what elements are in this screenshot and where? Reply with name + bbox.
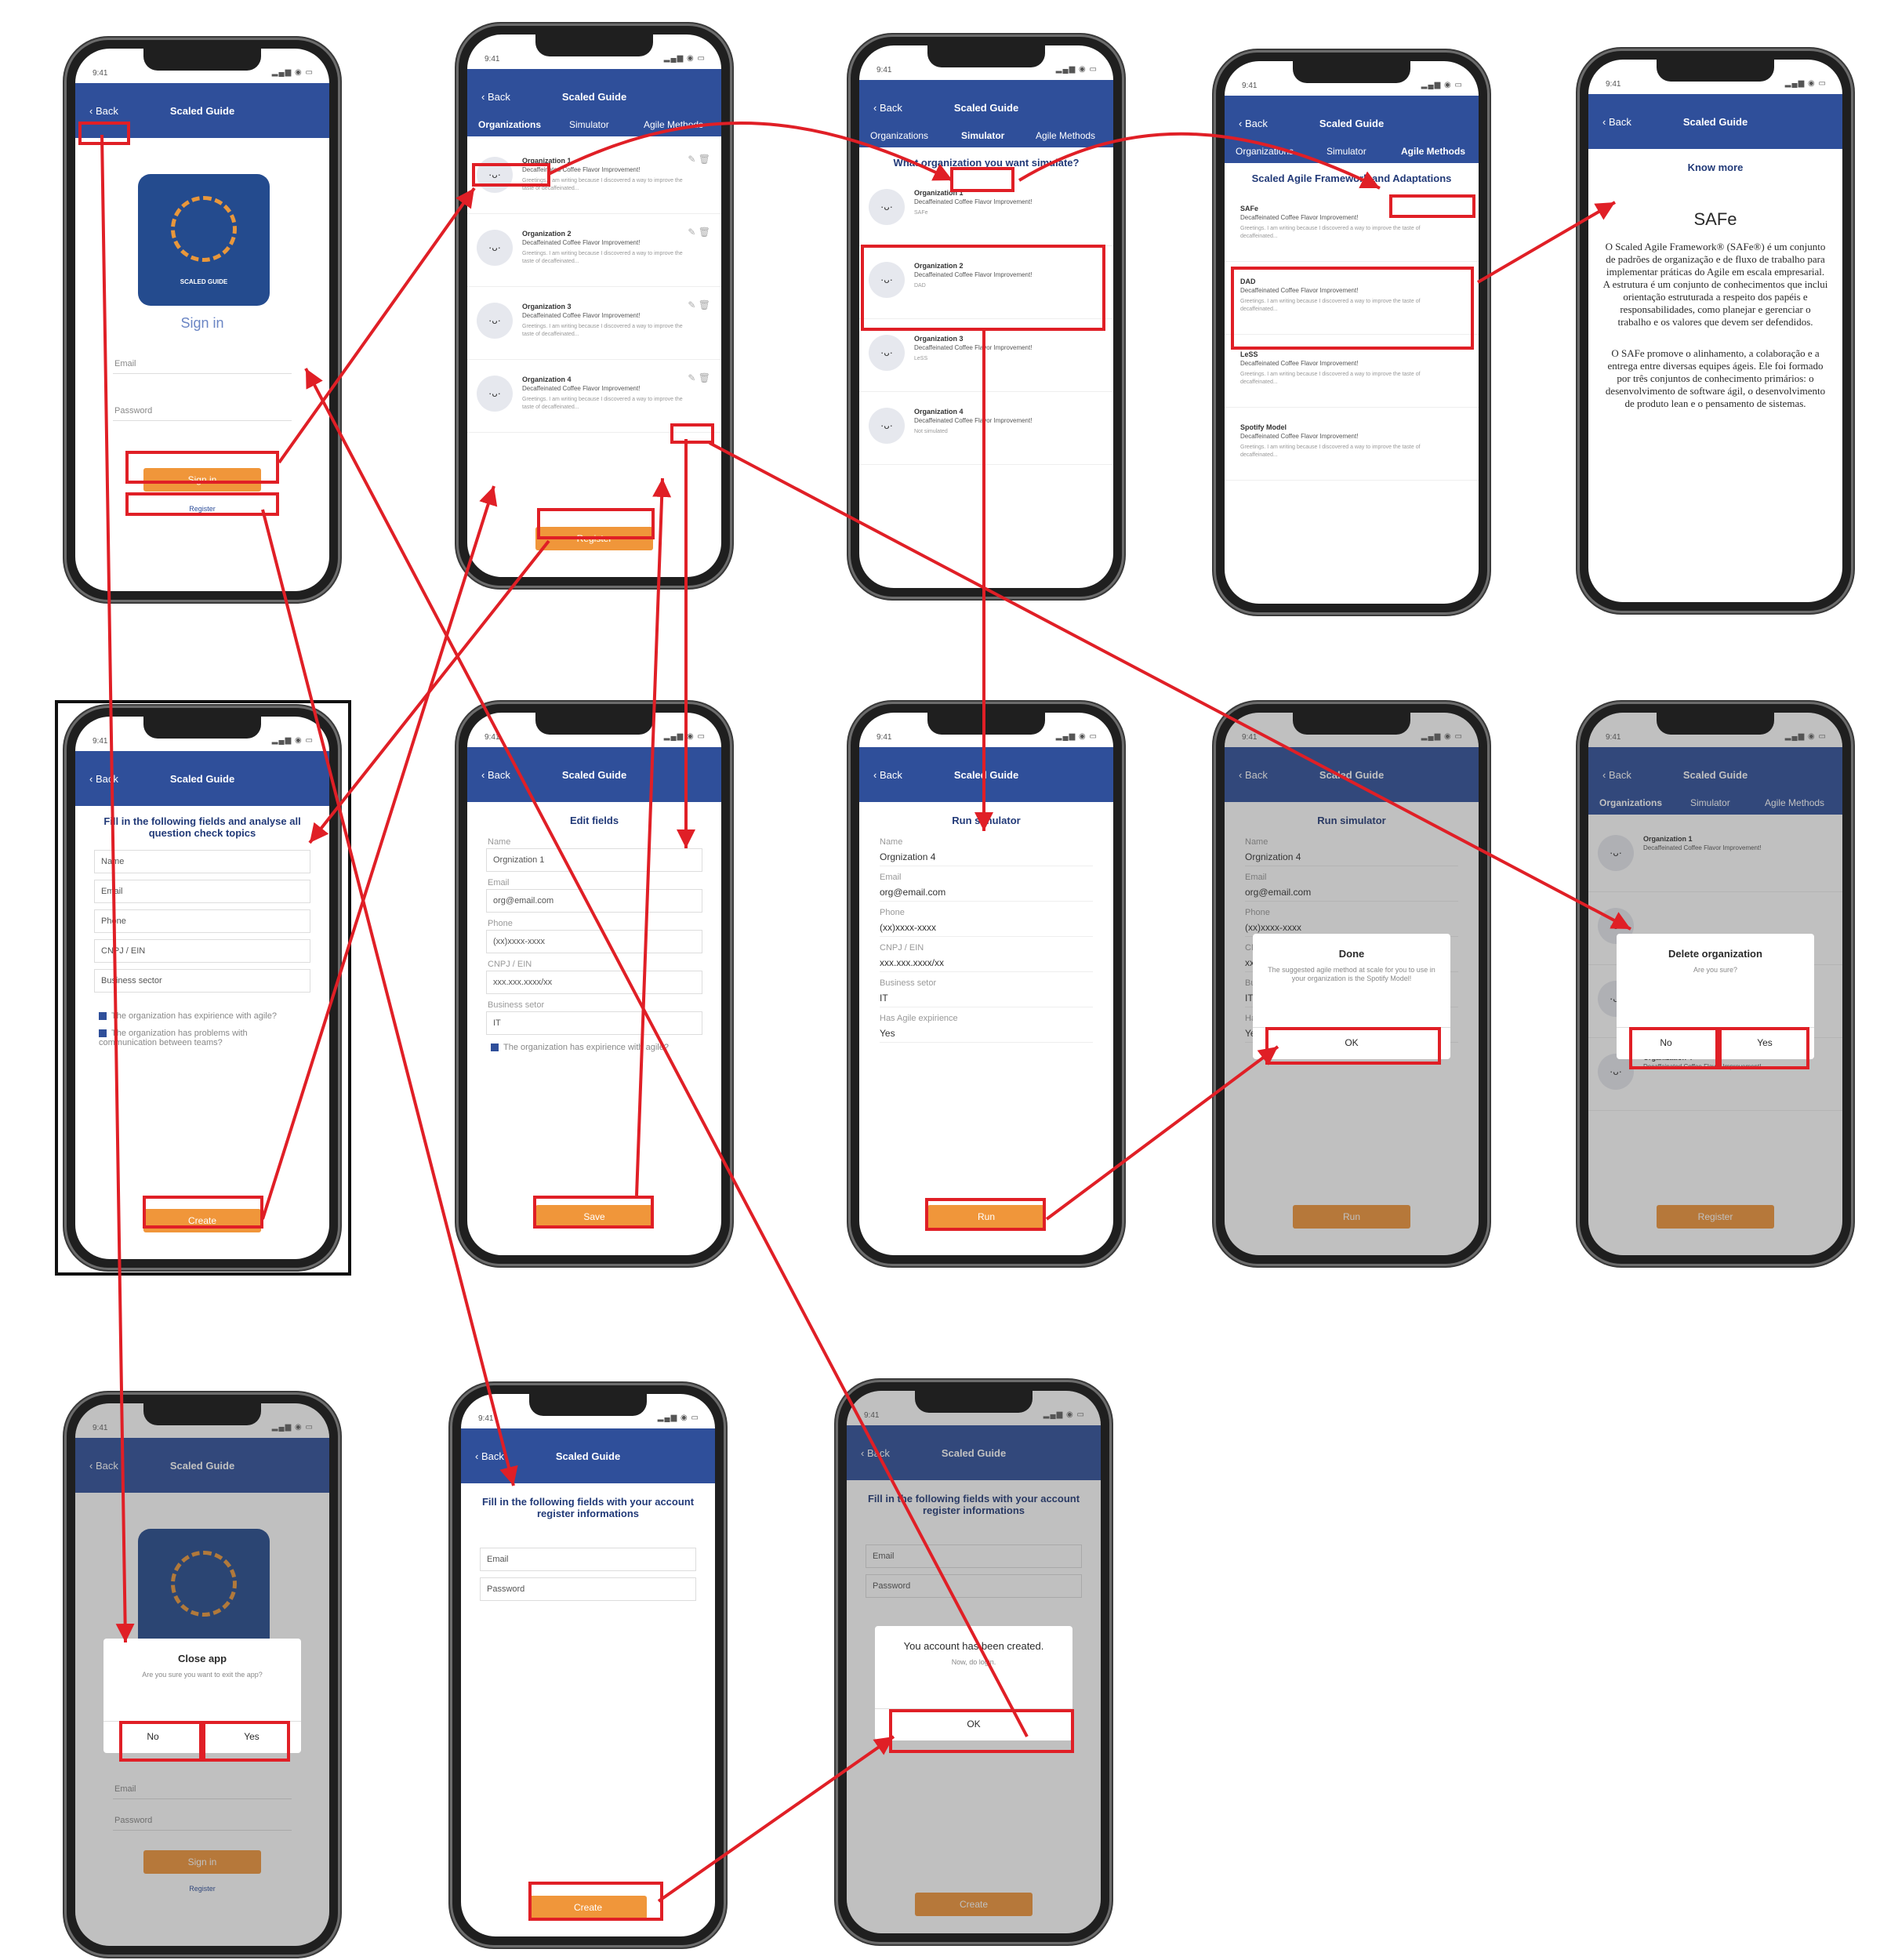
list-item[interactable]: ·ᴗ· Organization 4 Decaffeinated Coffee Fl… bbox=[859, 392, 1113, 465]
avatar: ·ᴗ· bbox=[477, 157, 513, 193]
list-item[interactable]: LeSS Decaffeinated Coffee Flavor Improvem… bbox=[1225, 335, 1479, 408]
phone-done-dialog: 9:41 ▂▄▆ ◉ ▭ ‹ Back Scaled Guide Run simu… bbox=[1214, 702, 1490, 1266]
password-input[interactable]: Password bbox=[480, 1577, 696, 1601]
know-more-heading: Know more bbox=[1687, 162, 1744, 173]
edit-delete-icons[interactable]: ✎ 🗑 bbox=[688, 227, 710, 238]
list-item[interactable]: Spotify Model Decaffeinated Coffee Flavor… bbox=[1225, 408, 1479, 481]
tab-simulator[interactable]: Simulator bbox=[961, 130, 1004, 141]
avatar: ·ᴗ· bbox=[477, 230, 513, 266]
signin-heading: Sign in bbox=[180, 315, 224, 331]
nav-title: Scaled Guide bbox=[953, 769, 1019, 781]
account-created-dialog: You account has been created. Now, do lo… bbox=[875, 1626, 1072, 1740]
done-dialog: Done The suggested agile method at scale… bbox=[1253, 934, 1450, 1059]
list-item[interactable]: DAD Decaffeinated Coffee Flavor Improveme… bbox=[1225, 262, 1479, 335]
avatar: ·ᴗ· bbox=[477, 376, 513, 412]
agile-experience-checkbox[interactable]: The organization has expirience with agi… bbox=[491, 1043, 698, 1052]
email-input[interactable]: Email bbox=[480, 1548, 696, 1571]
tab-organizations[interactable]: Organizations bbox=[870, 130, 928, 141]
no-button[interactable]: No bbox=[1617, 1037, 1715, 1048]
run-button[interactable]: Run bbox=[927, 1205, 1045, 1229]
phone-field[interactable]: (xx)xxxx-xxxx bbox=[486, 930, 702, 953]
safe-title: SAFe bbox=[1693, 209, 1737, 229]
email-field[interactable]: org@email.com bbox=[486, 889, 702, 913]
edit-delete-icons[interactable]: ✎ 🗑 bbox=[688, 299, 710, 310]
phone-delete-dialog: 9:41 ▂▄▆ ◉ ▭ ‹ Back Scaled Guide Organiza… bbox=[1577, 702, 1853, 1266]
close-app-dialog: Close app Are you sure you want to exit … bbox=[103, 1639, 301, 1753]
yes-button[interactable]: Yes bbox=[202, 1731, 301, 1742]
edit-delete-icons[interactable]: ✎ 🗑 bbox=[688, 372, 710, 383]
cycle-icon bbox=[171, 196, 237, 262]
phone-signin: 9:41 ▂▄▆ ◉ ▭ ‹ Back Scaled Guide SCALED G… bbox=[64, 38, 340, 602]
save-button[interactable]: Save bbox=[535, 1205, 653, 1229]
tab-agile-methods[interactable]: Agile Methods bbox=[644, 119, 703, 130]
phone-run-simulator: 9:41 ▂▄▆ ◉ ▭ ‹ Back Scaled Guide Run simu… bbox=[848, 702, 1124, 1266]
signin-button[interactable]: Sign in bbox=[143, 468, 261, 492]
list-item[interactable]: ·ᴗ· Organization 3 Decaffeinated Coffee Fl… bbox=[467, 287, 721, 360]
register-link[interactable]: Register bbox=[75, 505, 329, 513]
agile-heading: Scaled Agile Framework and Adaptations bbox=[1251, 172, 1452, 184]
tab-simulator[interactable]: Simulator bbox=[569, 119, 609, 130]
nav-title: Scaled Guide bbox=[561, 91, 627, 103]
password-input[interactable]: Password bbox=[113, 401, 292, 421]
ok-button[interactable]: OK bbox=[924, 1719, 1023, 1730]
tab-agile-methods[interactable]: Agile Methods bbox=[1401, 146, 1465, 157]
cnpj-field[interactable]: xxx.xxx.xxxx/xx bbox=[486, 971, 702, 994]
create-screen-frame bbox=[55, 700, 351, 1276]
tab-bar: Organizations Simulator Agile Methods bbox=[467, 113, 721, 136]
nav-title: Scaled Guide bbox=[561, 769, 627, 781]
nav-title: Scaled Guide bbox=[169, 105, 235, 117]
tab-organizations[interactable]: Organizations bbox=[1236, 146, 1294, 157]
nav-title: Scaled Guide bbox=[953, 102, 1019, 114]
phone-simulator: 9:41 ▂▄▆ ◉ ▭ ‹ Back Scaled Guide Organiza… bbox=[848, 34, 1124, 599]
app-logo: SCALED GUIDE bbox=[138, 174, 270, 306]
tab-agile-methods[interactable]: Agile Methods bbox=[1036, 130, 1095, 141]
list-item[interactable]: ·ᴗ· Organization 4 Decaffeinated Coffee Fl… bbox=[467, 360, 721, 433]
name-field[interactable]: Orgnization 1 bbox=[486, 848, 702, 872]
nav-title: Scaled Guide bbox=[555, 1450, 621, 1462]
phone-created-dialog: 9:41 ▂▄▆ ◉ ▭ ‹ Back Scaled Guide Fill in … bbox=[836, 1380, 1112, 1944]
safe-paragraph-2: O SAFe promove o alinhamento, a colabora… bbox=[1605, 347, 1826, 409]
edit-heading: Edit fields bbox=[569, 815, 619, 826]
phone-register: 9:41 ▂▄▆ ◉ ▭ ‹ Back Scaled Guide Fill in … bbox=[450, 1383, 726, 1947]
phone-close-dialog: 9:41 ▂▄▆ ◉ ▭ ‹ Back Scaled Guide Email Pa… bbox=[64, 1392, 340, 1957]
phone-agile-methods: 9:41 ▂▄▆ ◉ ▭ ‹ Back Scaled Guide Organiza… bbox=[1214, 50, 1490, 615]
ok-button[interactable]: OK bbox=[1302, 1037, 1401, 1048]
register-button[interactable]: Register bbox=[535, 527, 653, 550]
simulator-heading: What organization you want simulate? bbox=[893, 157, 1080, 169]
phone-organizations: 9:41 ▂▄▆ ◉ ▭ ‹ Back Scaled Guide Organiza… bbox=[456, 24, 732, 588]
list-item[interactable]: ·ᴗ· Organization 2 Decaffeinated Coffee Fl… bbox=[467, 214, 721, 287]
safe-paragraph-1: O Scaled Agile Framework® (SAFe®) é um c… bbox=[1602, 241, 1828, 328]
create-button[interactable]: Create bbox=[529, 1896, 647, 1919]
status-icons: ▂▄▆ ◉ ▭ bbox=[271, 68, 314, 77]
list-item[interactable]: ·ᴗ· Organization 1 Decaffeinated Coffee Fl… bbox=[859, 173, 1113, 246]
avatar: ·ᴗ· bbox=[477, 303, 513, 339]
org-list: ·ᴗ· Organization 1 Decaffeinated Coffee Fl… bbox=[467, 141, 721, 577]
status-time: 9:41 bbox=[93, 69, 108, 78]
delete-dialog: Delete organization Are you sure? No Yes bbox=[1617, 934, 1814, 1059]
yes-button[interactable]: Yes bbox=[1715, 1037, 1814, 1048]
tab-simulator[interactable]: Simulator bbox=[1327, 146, 1366, 157]
phone-edit-org: 9:41 ▂▄▆ ◉ ▭ ‹ Back Scaled Guide Edit fie… bbox=[456, 702, 732, 1266]
business-sector-select[interactable]: IT bbox=[486, 1011, 702, 1035]
list-item[interactable]: SAFe Decaffeinated Coffee Flavor Improvem… bbox=[1225, 189, 1479, 262]
list-item[interactable]: ·ᴗ· Organization 3 Decaffeinated Coffee Fl… bbox=[859, 319, 1113, 392]
list-item[interactable]: ·ᴗ· Organization 2 Decaffeinated Coffee Fl… bbox=[859, 246, 1113, 319]
nav-title: Scaled Guide bbox=[1319, 118, 1385, 129]
list-item[interactable]: ·ᴗ· Organization 1 Decaffeinated Coffee Fl… bbox=[467, 141, 721, 214]
nav-title: Scaled Guide bbox=[1682, 116, 1748, 128]
email-input[interactable]: Email bbox=[113, 354, 292, 374]
register-heading: Fill in the following fields with your a… bbox=[481, 1496, 695, 1519]
edit-delete-icons[interactable]: ✎ 🗑 bbox=[688, 154, 710, 165]
phone-know-more: 9:41 ▂▄▆ ◉ ▭ ‹ Back Scaled Guide Know mor… bbox=[1577, 49, 1853, 613]
no-button[interactable]: No bbox=[103, 1731, 202, 1742]
run-heading: Run simulator bbox=[952, 815, 1021, 826]
tab-organizations[interactable]: Organizations bbox=[478, 119, 541, 130]
